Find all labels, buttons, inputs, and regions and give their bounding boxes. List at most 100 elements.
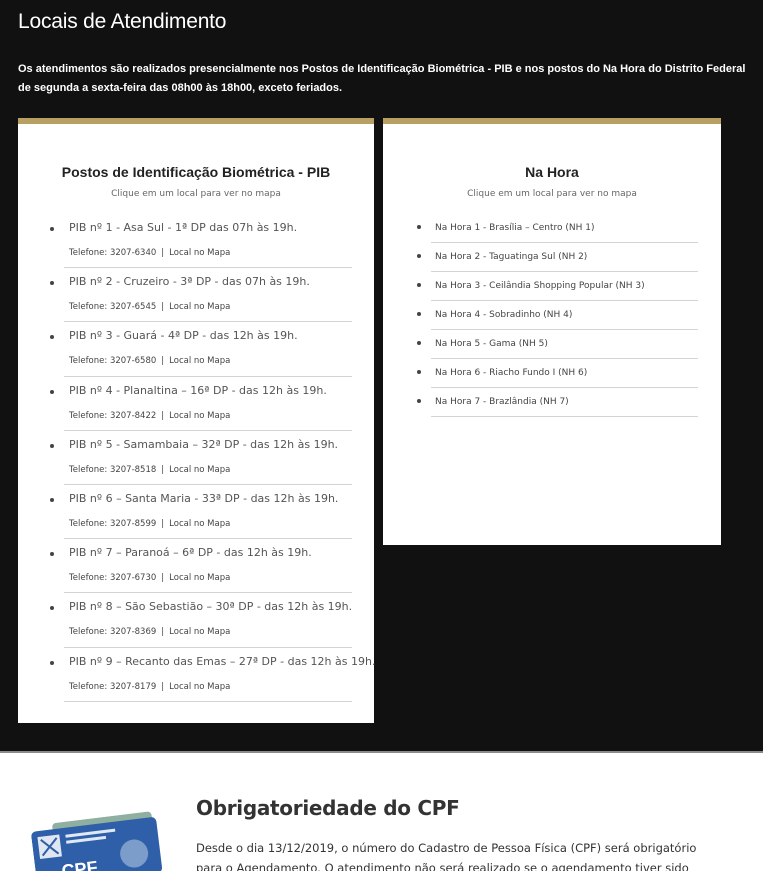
separator: | (161, 573, 165, 584)
nahora-list-item[interactable]: Na Hora 7 - Brazlândia (NH 7) (417, 388, 698, 417)
bullet-icon (417, 254, 421, 258)
nahora-location-link[interactable]: Na Hora 6 - Riacho Fundo I (NH 6) (435, 368, 587, 378)
map-link[interactable]: Local no Mapa (169, 627, 230, 637)
map-link[interactable]: Local no Mapa (169, 573, 230, 583)
pib-location-meta: Telefone: 3207-8599 | Local no Mapa (69, 519, 230, 529)
cpf-card-icon: CPF (31, 811, 163, 871)
pib-phone: Telefone: 3207-8369 (69, 627, 157, 638)
nahora-card-hint: Clique em um local para ver no mapa (467, 189, 637, 199)
map-link[interactable]: Local no Mapa (169, 248, 230, 258)
bullet-icon (50, 660, 54, 665)
pib-list-item[interactable]: PIB nº 9 – Recanto das Emas – 27ª DP - d… (50, 648, 375, 702)
pib-location-meta: Telefone: 3207-6730 | Local no Mapa (69, 573, 230, 583)
nahora-list-item[interactable]: Na Hora 1 - Brasília – Centro (NH 1) (417, 214, 698, 243)
pib-phone: Telefone: 3207-6340 (69, 248, 157, 258)
bullet-icon (50, 606, 54, 611)
bullet-icon (417, 225, 421, 229)
section-divider (0, 751, 763, 753)
nahora-list-item[interactable]: Na Hora 3 - Ceilândia Shopping Popular (… (417, 272, 698, 301)
separator: | (161, 410, 165, 421)
nahora-location-link[interactable]: Na Hora 2 - Taguatinga Sul (NH 2) (435, 252, 587, 262)
pib-list-item[interactable]: PIB nº 8 – São Sebastião – 30ª DP - das … (50, 593, 352, 648)
nahora-location-link[interactable]: Na Hora 1 - Brasília – Centro (NH 1) (435, 223, 595, 233)
pib-location-meta: Telefone: 3207-6545 | Local no Mapa (69, 302, 230, 312)
separator: | (161, 627, 165, 638)
pib-location-meta: Telefone: 3207-8179 | Local no Mapa (69, 682, 230, 692)
pib-location-name[interactable]: PIB nº 2 - Cruzeiro - 3ª DP - das 07h às… (69, 275, 310, 288)
bullet-icon (50, 335, 54, 340)
nahora-location-link[interactable]: Na Hora 7 - Brazlândia (NH 7) (435, 397, 569, 407)
pib-phone: Telefone: 3207-8518 (69, 464, 157, 475)
nahora-list-item[interactable]: Na Hora 4 - Sobradinho (NH 4) (417, 301, 698, 330)
bullet-icon (50, 497, 54, 502)
pib-location-meta: Telefone: 3207-8422 | Local no Mapa (69, 411, 230, 421)
pib-list-item[interactable]: PIB nº 4 - Planaltina – 16ª DP - das 12h… (50, 377, 352, 431)
pib-location-name[interactable]: PIB nº 4 - Planaltina – 16ª DP - das 12h… (69, 384, 327, 397)
nahora-card-title: Na Hora (525, 164, 579, 180)
map-link[interactable]: Local no Mapa (169, 411, 230, 421)
bullet-icon (50, 227, 54, 231)
pib-location-meta: Telefone: 3207-6580 | Local no Mapa (69, 356, 230, 366)
separator: | (161, 518, 165, 529)
bullet-icon (417, 283, 421, 287)
pib-phone: Telefone: 3207-8422 (69, 410, 157, 421)
nahora-location-link[interactable]: Na Hora 4 - Sobradinho (NH 4) (435, 310, 572, 320)
nahora-list-item[interactable]: Na Hora 2 - Taguatinga Sul (NH 2) (417, 243, 698, 272)
bullet-icon (417, 312, 421, 316)
pib-list-item[interactable]: PIB nº 7 – Paranoá – 6ª DP - das 12h às … (50, 539, 352, 594)
locations-section: Locais de Atendimento Os atendimentos sã… (0, 0, 763, 751)
pib-list-item[interactable]: PIB nº 3 - Guará - 4ª DP - das 12h às 19… (50, 322, 352, 377)
map-link[interactable]: Local no Mapa (169, 356, 230, 366)
bullet-icon (417, 341, 421, 345)
bullet-icon (50, 552, 54, 557)
bullet-icon (50, 443, 54, 448)
intro-text: Os atendimentos são realizados presencia… (18, 63, 746, 94)
pib-phone: Telefone: 3207-6580 (69, 356, 157, 367)
pib-location-meta: Telefone: 3207-8518 | Local no Mapa (69, 465, 230, 475)
pib-location-meta: Telefone: 3207-8369 | Local no Mapa (69, 627, 230, 637)
nahora-list-item[interactable]: Na Hora 5 - Gama (NH 5) (417, 330, 698, 359)
pib-card-hint: Clique em um local para ver no mapa (111, 189, 281, 199)
map-link[interactable]: Local no Mapa (169, 302, 230, 312)
pib-card: Postos de Identificação Biométrica - PIB… (18, 118, 375, 723)
pib-phone: Telefone: 3207-6730 (69, 573, 157, 584)
separator: | (161, 681, 165, 692)
pib-phone: Telefone: 3207-6545 (69, 302, 157, 313)
page-title: Locais de Atendimento (18, 10, 227, 33)
bullet-icon (417, 399, 421, 403)
pib-list: PIB nº 1 - Asa Sul - 1ª DP das 07h às 19… (50, 214, 375, 702)
map-link[interactable]: Local no Mapa (169, 465, 230, 475)
nahora-list-item[interactable]: Na Hora 6 - Riacho Fundo I (NH 6) (417, 359, 698, 388)
pib-location-name[interactable]: PIB nº 3 - Guará - 4ª DP - das 12h às 19… (69, 329, 298, 342)
nahora-location-link[interactable]: Na Hora 3 - Ceilândia Shopping Popular (… (435, 281, 645, 291)
pib-location-name[interactable]: PIB nº 8 – São Sebastião – 30ª DP - das … (69, 600, 352, 613)
map-link[interactable]: Local no Mapa (169, 682, 230, 692)
pib-list-item[interactable]: PIB nº 2 - Cruzeiro - 3ª DP - das 07h às… (50, 268, 352, 323)
bullet-icon (417, 370, 421, 374)
bullet-icon (50, 281, 54, 286)
map-link[interactable]: Local no Mapa (169, 519, 230, 529)
pib-location-name[interactable]: PIB nº 9 – Recanto das Emas – 27ª DP - d… (69, 655, 375, 668)
separator: | (161, 464, 165, 475)
bullet-icon (50, 389, 54, 394)
pib-phone: Telefone: 3207-8179 (69, 681, 157, 692)
pib-location-name[interactable]: PIB nº 6 – Santa Maria - 33ª DP - das 12… (69, 492, 338, 505)
pib-location-meta: Telefone: 3207-6340 | Local no Mapa (69, 248, 230, 258)
pib-list-item[interactable]: PIB nº 5 - Samambaia – 32ª DP - das 12h … (50, 431, 352, 485)
cpf-section-title: Obrigatoriedade do CPF (196, 796, 460, 820)
nahora-list: Na Hora 1 - Brasília – Centro (NH 1) Na H… (417, 214, 698, 417)
pib-location-name[interactable]: PIB nº 7 – Paranoá – 6ª DP - das 12h às … (69, 546, 312, 559)
pib-location-name[interactable]: PIB nº 1 - Asa Sul - 1ª DP das 07h às 19… (69, 221, 297, 234)
cpf-section-text: Desde o dia 13/12/2019, o número do Cada… (196, 841, 697, 871)
pib-phone: Telefone: 3207-8599 (69, 518, 157, 529)
separator: | (161, 302, 165, 313)
pib-location-name[interactable]: PIB nº 5 - Samambaia – 32ª DP - das 12h … (69, 438, 338, 451)
pib-card-title: Postos de Identificação Biométrica - PIB (61, 164, 331, 180)
pib-list-item[interactable]: PIB nº 1 - Asa Sul - 1ª DP das 07h às 19… (50, 214, 352, 269)
cpf-card-image: CPF (30, 810, 166, 871)
nahora-card: Na Hora Clique em um local para ver no m… (383, 118, 721, 545)
nahora-location-link[interactable]: Na Hora 5 - Gama (NH 5) (435, 339, 548, 349)
pib-list-item[interactable]: PIB nº 6 – Santa Maria - 33ª DP - das 12… (50, 485, 352, 540)
separator: | (161, 356, 165, 367)
separator: | (161, 248, 165, 258)
